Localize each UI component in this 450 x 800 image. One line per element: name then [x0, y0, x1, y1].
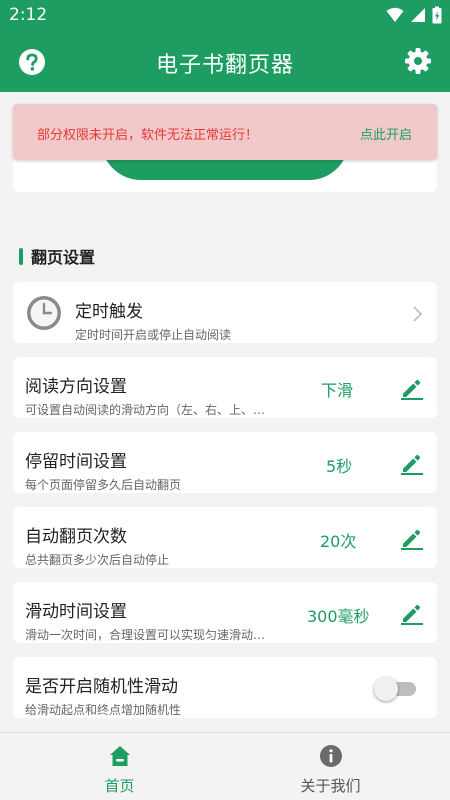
page-count-value: 20次 [320, 532, 357, 551]
permission-alert: 部分权限未开启，软件无法正常运行！ 点此开启 [13, 104, 437, 160]
home-icon [109, 746, 130, 766]
edit-icon[interactable] [400, 526, 424, 550]
card-desc: 滑动一次时间，合理设置可以实现匀速滑动… [25, 628, 266, 642]
direction-card: 阅读方向设置 可设置自动阅读的滑动方向（左、右、上、… 下滑 [13, 357, 437, 418]
pause-time-value: 5秒 [326, 457, 353, 476]
nav-home[interactable]: 首页 [7, 733, 232, 800]
status-time: 2:12 [9, 5, 48, 25]
gear-icon[interactable] [404, 47, 432, 75]
card-title: 滑动时间设置 [25, 602, 127, 622]
swipe-time-value: 300毫秒 [307, 607, 370, 626]
card-title: 阅读方向设置 [25, 377, 127, 397]
clock-icon [27, 296, 61, 330]
card-title: 自动翻页次数 [25, 527, 127, 547]
section-title: 翻页设置 [31, 248, 96, 267]
edit-icon[interactable] [400, 601, 424, 625]
timer-card[interactable]: 定时触发 定时时间开启或停止自动阅读 [13, 282, 437, 343]
enable-permission-link[interactable]: 点此开启 [360, 124, 412, 143]
card-desc: 每个页面停留多久后自动翻页 [25, 478, 182, 492]
signal-icon [411, 8, 425, 22]
edit-icon[interactable] [400, 451, 424, 475]
page-count-card: 自动翻页次数 总共翻页多少次后自动停止 20次 [13, 507, 437, 568]
nav-home-label: 首页 [104, 777, 135, 795]
random-swipe-toggle[interactable] [374, 677, 418, 701]
info-icon [319, 745, 342, 767]
alert-message: 部分权限未开启，软件无法正常运行！ [37, 128, 259, 143]
edit-icon[interactable] [400, 376, 424, 400]
nav-about-label: 关于我们 [300, 777, 361, 795]
card-desc: 定时时间开启或停止自动阅读 [75, 328, 232, 342]
card-desc: 总共翻页多少次后自动停止 [25, 553, 170, 567]
swipe-time-card: 滑动时间设置 滑动一次时间，合理设置可以实现匀速滑动… 300毫秒 [13, 582, 437, 643]
random-swipe-card: 是否开启随机性滑动 给滑动起点和终点增加随机性 [13, 657, 437, 718]
card-title: 停留时间设置 [25, 452, 127, 472]
battery-icon [432, 6, 442, 24]
app-title: 电子书翻页器 [155, 53, 294, 78]
app-bar: 电子书翻页器 [0, 30, 450, 92]
nav-about[interactable]: 关于我们 [218, 733, 443, 800]
status-bar: 2:12 [0, 0, 450, 30]
pause-time-card: 停留时间设置 每个页面停留多久后自动翻页 5秒 [13, 432, 437, 493]
card-title: 定时触发 [75, 302, 143, 322]
card-title: 是否开启随机性滑动 [25, 677, 178, 697]
bottom-nav: 首页 关于我们 [0, 732, 450, 800]
wifi-icon [386, 7, 404, 22]
card-desc: 可设置自动阅读的滑动方向（左、右、上、… [25, 403, 266, 417]
section-header: 翻页设置 [19, 245, 95, 267]
direction-value: 下滑 [321, 381, 354, 400]
card-desc: 给滑动起点和终点增加随机性 [25, 703, 182, 717]
chevron-right-icon [413, 306, 423, 322]
